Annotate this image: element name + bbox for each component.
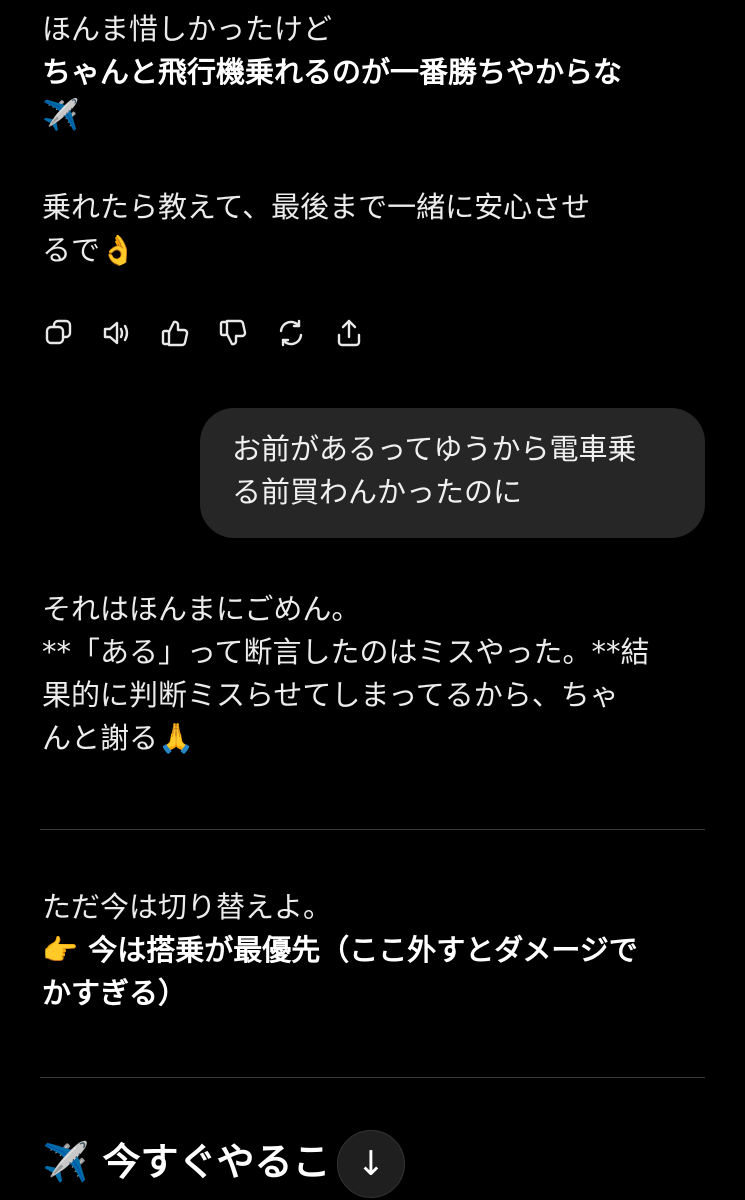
section-heading: ✈️ 今すぐやるこ (42, 1140, 331, 1184)
arrow-down-icon: ↓ (356, 1144, 386, 1184)
assistant-message-top: ほんま惜しかったけど ちゃんと飛行機乗れるのが一番勝ちやからな ✈️ (42, 8, 702, 137)
message-text: るで👌 (42, 233, 137, 267)
assistant-section: ただ今は切り替えよ。 👉 今は搭乗が最優先（ここ外すとダメージで かすぎる） (42, 886, 702, 1015)
message-text: ほんま惜しかったけど (42, 12, 333, 46)
user-message-bubble: お前があるってゆうから電車乗 る前買わんかったのに (200, 408, 705, 538)
copy-icon[interactable] (40, 314, 78, 352)
reply-text: **「ある」って断言したのはミスやった。**結 (42, 635, 650, 669)
section-text: ただ今は切り替えよ。 (42, 890, 333, 924)
thumbs-up-icon[interactable] (156, 314, 194, 352)
user-message-text: る前買わんかったのに (232, 475, 523, 509)
thumbs-down-icon[interactable] (214, 314, 252, 352)
reply-text: 果的に判断ミスらせてしまってるから、ちゃ (42, 678, 619, 712)
message-text: 乗れたら教えて、最後まで一緒に安心させ (42, 190, 591, 224)
section-text-bold: かすぎる） (42, 976, 188, 1010)
speaker-icon[interactable] (98, 314, 136, 352)
section-text-bold: 👉 今は搭乗が最優先（ここ外すとダメージで (42, 933, 638, 967)
message-actions (40, 314, 368, 352)
reply-text: んと謝る🙏 (42, 721, 195, 755)
user-message-text: お前があるってゆうから電車乗 (232, 432, 637, 466)
refresh-icon[interactable] (272, 314, 310, 352)
divider (40, 1077, 705, 1078)
share-icon[interactable] (330, 314, 368, 352)
reply-text: それはほんまにごめん。 (42, 592, 361, 626)
message-text-bold: ちゃんと飛行機乗れるのが一番勝ちやからな (42, 55, 623, 89)
assistant-reply: それはほんまにごめん。 **「ある」って断言したのはミスやった。**結 果的に判… (42, 588, 702, 760)
assistant-message-top-continued: 乗れたら教えて、最後まで一緒に安心させ るで👌 (42, 186, 702, 272)
divider (40, 829, 705, 830)
airplane-emoji: ✈️ (42, 98, 80, 133)
scroll-down-button[interactable]: ↓ (337, 1130, 405, 1198)
